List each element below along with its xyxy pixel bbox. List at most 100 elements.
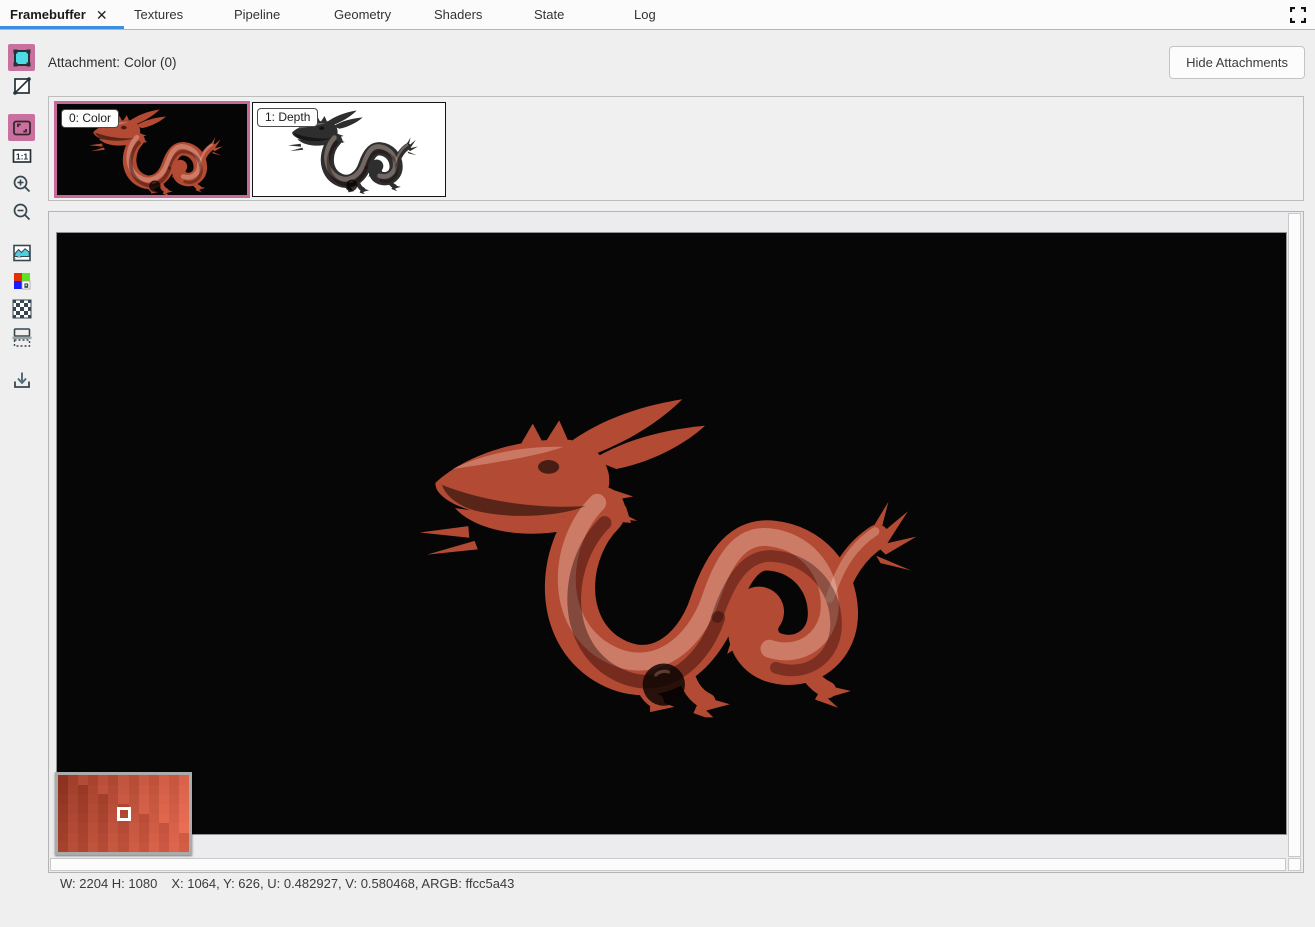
magnifier-pixel — [169, 833, 179, 843]
vertical-scrollbar[interactable] — [1288, 213, 1301, 857]
magnifier-pixel — [169, 814, 179, 824]
tab-state[interactable]: State — [524, 0, 624, 29]
fullscreen-button[interactable] — [1290, 7, 1306, 23]
magnifier-pixel — [118, 775, 128, 785]
attachment-label-key: Attachment: — [48, 55, 120, 70]
zoom-to-fit-button[interactable] — [8, 114, 35, 141]
magnifier-pixel — [149, 775, 159, 785]
attachment-thumbnail-depth[interactable]: 1: Depth — [252, 102, 446, 197]
tab-shaders[interactable]: Shaders — [424, 0, 524, 29]
magnifier-pixel — [129, 775, 139, 785]
tab-close-icon[interactable]: ✕ — [96, 8, 108, 22]
magnifier-pixel — [58, 842, 68, 852]
magnifier-pixel — [149, 833, 159, 843]
magnifier-pixel — [88, 794, 98, 804]
fullscreen-icon — [1290, 7, 1306, 23]
magnifier-pixel — [149, 785, 159, 795]
magnifier-pixel — [149, 804, 159, 814]
magnifier-pixel — [58, 785, 68, 795]
magnifier-pixel — [98, 794, 108, 804]
magnifier-pixel — [88, 785, 98, 795]
magnifier-pixel — [88, 833, 98, 843]
framebuffer-viewport-panel — [48, 211, 1304, 873]
magnifier-pixel — [118, 842, 128, 852]
magnifier-pixel — [58, 775, 68, 785]
magnifier-pixel — [58, 814, 68, 824]
histogram-icon — [12, 243, 32, 263]
magnifier-pixel — [179, 804, 189, 814]
pixel-magnifier — [55, 772, 192, 855]
magnifier-pixel — [98, 833, 108, 843]
flip-vertically-icon — [12, 327, 32, 347]
magnifier-pixel — [108, 833, 118, 843]
attachment-thumbnail-color[interactable]: 0: Color — [54, 101, 250, 198]
color-channels-button[interactable] — [8, 267, 35, 294]
flip-vertically-button[interactable] — [8, 323, 35, 350]
tab-pipeline[interactable]: Pipeline — [224, 0, 324, 29]
magnifier-pixel — [118, 823, 128, 833]
magnifier-pixel — [159, 823, 169, 833]
thumbnail-badge: 0: Color — [61, 109, 119, 128]
tab-framebuffer[interactable]: Framebuffer ✕ — [0, 0, 124, 29]
magnifier-pixel — [149, 842, 159, 852]
tab-geometry[interactable]: Geometry — [324, 0, 424, 29]
status-pixel-text: X: 1064, Y: 626, U: 0.482927, V: 0.58046… — [171, 876, 514, 891]
tab-label: Framebuffer — [10, 0, 86, 29]
zoom-out-button[interactable] — [8, 198, 35, 225]
attachment-label-value: Color (0) — [124, 55, 177, 70]
framebuffer-image[interactable] — [56, 232, 1287, 835]
magnifier-pixel — [118, 833, 128, 843]
magnifier-pixel — [149, 814, 159, 824]
attachment-header: Attachment: Color (0) Hide Attachments — [48, 44, 1305, 81]
magnifier-pixel — [58, 823, 68, 833]
depth-buffer-button[interactable] — [8, 72, 35, 99]
magnifier-pixel — [159, 775, 169, 785]
magnifier-pixel — [159, 833, 169, 843]
magnifier-pixel — [118, 785, 128, 795]
save-button[interactable] — [8, 366, 35, 393]
magnifier-pixel — [68, 785, 78, 795]
magnifier-pixel — [78, 804, 88, 814]
color-buffer-button[interactable] — [8, 44, 35, 71]
magnifier-pixel — [88, 775, 98, 785]
checkerboard-background-button[interactable] — [8, 295, 35, 322]
magnifier-pixel — [179, 842, 189, 852]
save-icon — [12, 370, 32, 390]
hide-attachments-button[interactable]: Hide Attachments — [1169, 46, 1305, 79]
magnifier-center-marker — [117, 807, 131, 821]
tab-log[interactable]: Log — [624, 0, 724, 29]
magnifier-pixel — [129, 842, 139, 852]
magnifier-pixel — [98, 823, 108, 833]
magnifier-pixel — [179, 823, 189, 833]
depth-buffer-icon — [12, 76, 32, 96]
magnifier-pixel — [129, 833, 139, 843]
zoom-actual-icon: 1:1 — [12, 146, 32, 166]
magnifier-pixel — [139, 842, 149, 852]
dragon-render — [389, 365, 917, 732]
tab-bar: Framebuffer ✕ Textures Pipeline Geometry… — [0, 0, 1315, 30]
zoom-in-button[interactable] — [8, 170, 35, 197]
magnifier-pixel — [108, 842, 118, 852]
magnifier-pixel — [58, 794, 68, 804]
color-channels-icon — [12, 271, 32, 291]
magnifier-pixel — [139, 775, 149, 785]
horizontal-scrollbar[interactable] — [50, 858, 1286, 871]
histogram-button[interactable] — [8, 239, 35, 266]
magnifier-pixel — [159, 842, 169, 852]
scrollbar-corner — [1288, 858, 1301, 871]
magnifier-pixel — [149, 794, 159, 804]
magnifier-pixel — [169, 823, 179, 833]
magnifier-pixel — [58, 804, 68, 814]
magnifier-pixel — [139, 833, 149, 843]
tab-textures[interactable]: Textures — [124, 0, 224, 29]
magnifier-pixel — [179, 833, 189, 843]
magnifier-pixel — [88, 814, 98, 824]
magnifier-pixel — [129, 794, 139, 804]
magnifier-pixel — [78, 823, 88, 833]
magnifier-pixel — [179, 794, 189, 804]
magnifier-pixel — [68, 842, 78, 852]
zoom-actual-button[interactable]: 1:1 — [8, 142, 35, 169]
magnifier-pixel — [129, 823, 139, 833]
color-buffer-icon — [12, 48, 32, 68]
magnifier-pixel — [108, 823, 118, 833]
